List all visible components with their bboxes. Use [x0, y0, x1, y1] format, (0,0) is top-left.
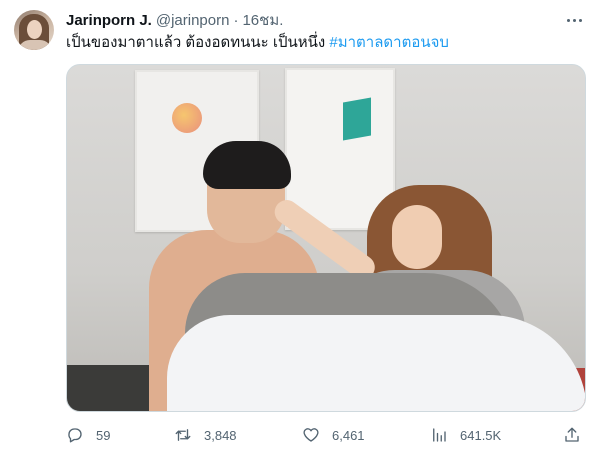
heart-icon: [303, 428, 319, 442]
avatar-body: [18, 40, 52, 50]
retweet-button[interactable]: 3,848: [174, 424, 237, 446]
tweet-photo[interactable]: [66, 64, 586, 412]
white-blanket: [167, 315, 585, 411]
avatar-face: [27, 20, 42, 39]
reply-button[interactable]: 59: [66, 424, 110, 446]
views-count: 641.5K: [460, 427, 502, 443]
like-button[interactable]: 6,461: [302, 424, 365, 446]
more-icon[interactable]: [562, 10, 586, 30]
wall-art-orb: [172, 103, 202, 133]
man-hair: [203, 141, 291, 189]
tweet-body: เป็นของมาตาแล้ว ต้องอดทนนะ เป็นหนึ่ง: [66, 34, 330, 51]
views-button[interactable]: 641.5K: [430, 424, 501, 446]
separator-dot: ·: [233, 11, 239, 29]
tweet: Jarinporn J. @jarinporn · 16ชม. เป็นของม…: [0, 0, 600, 458]
retweet-icon: [175, 429, 191, 441]
action-bar: 59 3,848 6,461 641.5K: [66, 424, 586, 448]
tweet-header: Jarinporn J. @jarinporn · 16ชม.: [66, 10, 586, 30]
author-handle[interactable]: @jarinporn: [156, 12, 230, 29]
author-name[interactable]: Jarinporn J.: [66, 12, 152, 29]
timestamp[interactable]: 16ชม.: [242, 8, 283, 32]
wall-art-teal-block: [343, 97, 371, 141]
hashtag-link[interactable]: #มาตาลดาตอนจบ: [329, 34, 449, 51]
reply-count: 59: [96, 427, 111, 443]
share-icon: [565, 427, 579, 442]
like-count: 6,461: [332, 427, 365, 443]
avatar[interactable]: [14, 10, 54, 50]
tweet-text: เป็นของมาตาแล้ว ต้องอดทนนะ เป็นหนึ่ง #มา…: [66, 33, 570, 53]
retweet-count: 3,848: [204, 427, 237, 443]
share-button[interactable]: [563, 424, 581, 446]
views-chart-icon: [433, 428, 446, 442]
bed-headboard: [67, 365, 157, 411]
woman-face: [392, 205, 442, 269]
reply-icon: [68, 428, 82, 443]
